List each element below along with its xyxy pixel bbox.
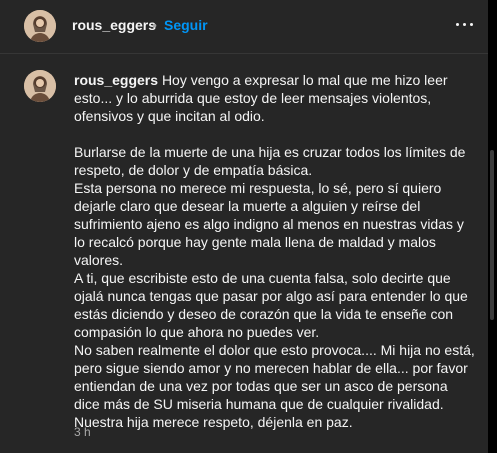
comment-paragraph: Esta persona no merece mi respuesta, lo … xyxy=(74,180,464,268)
follow-button[interactable]: Seguir xyxy=(164,16,208,34)
comment-username[interactable]: rous_eggers xyxy=(74,72,158,88)
header-username[interactable]: rous_eggers xyxy=(72,16,156,34)
comment-intro: rous_eggers Hoy vengo a expresar lo mal … xyxy=(74,71,476,125)
comment-paragraph: Nuestra hija merece respeto, déjenla en … xyxy=(74,414,353,430)
comment-paragraph: Burlarse de la muerte de una hija es cru… xyxy=(74,144,466,178)
comment-timestamp[interactable]: 3 h xyxy=(74,424,91,440)
more-options-icon[interactable] xyxy=(452,12,476,36)
post-header: rous_eggers • Seguir xyxy=(0,0,488,54)
avatar[interactable] xyxy=(24,10,56,42)
comment-avatar[interactable] xyxy=(24,70,56,102)
separator-dot: • xyxy=(152,17,157,33)
comment-paragraph: A ti, que escribiste esto de una cuenta … xyxy=(74,270,468,340)
post-comments-panel: rous_eggers • Seguir rous_eggers Hoy ven… xyxy=(0,0,488,453)
comment-paragraph: No saben realmente el dolor que esto pro… xyxy=(74,342,475,412)
scrollbar-thumb[interactable] xyxy=(490,150,494,320)
comment-body: rous_eggers Hoy vengo a expresar lo mal … xyxy=(74,71,476,431)
